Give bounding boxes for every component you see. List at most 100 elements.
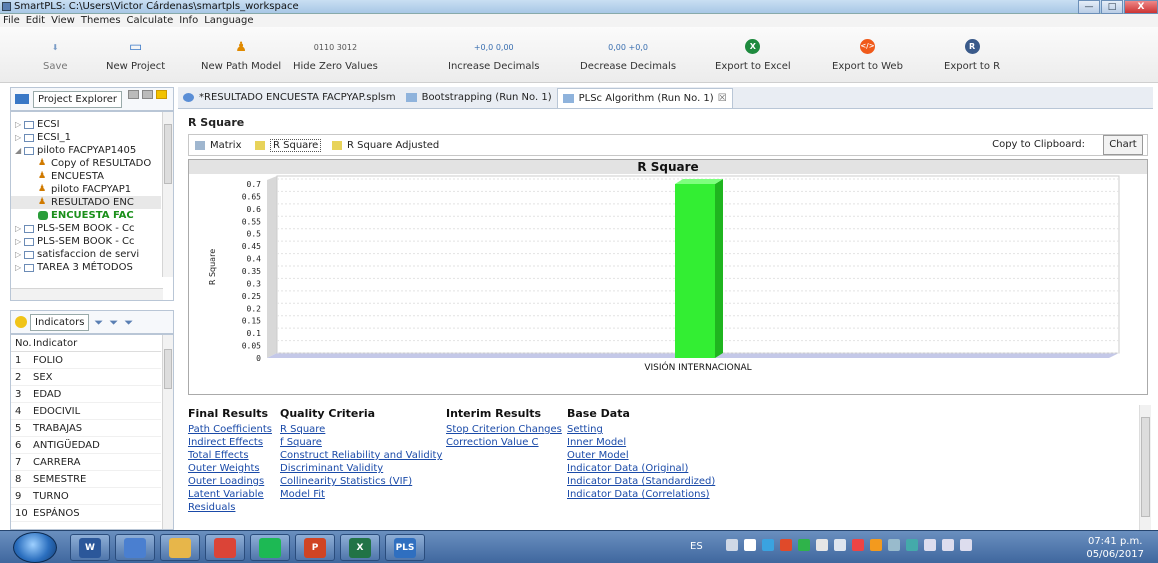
tree-scrollbar[interactable] xyxy=(162,112,173,277)
start-button[interactable] xyxy=(13,532,57,563)
tab-r-square-adjusted[interactable]: R Square Adjusted xyxy=(329,137,442,154)
tree-item[interactable]: ▷ PLS-SEM BOOK - Cc xyxy=(11,222,161,235)
result-link[interactable]: Outer Model xyxy=(567,449,715,462)
result-link[interactable]: Path Coefficients xyxy=(188,423,272,436)
explorer-app[interactable] xyxy=(160,534,200,561)
menu-edit[interactable]: Edit xyxy=(26,15,45,26)
tray-icon[interactable] xyxy=(834,539,846,551)
language-indicator[interactable]: ES xyxy=(690,541,703,552)
network-icon[interactable] xyxy=(960,539,972,551)
indicators-scrollbar[interactable] xyxy=(162,335,173,529)
tab-resultado-model[interactable]: *RESULTADO ENCUESTA FACPYAP.splsm xyxy=(178,88,401,108)
result-link[interactable]: Setting xyxy=(567,423,715,436)
indicator-row[interactable]: 3 EDAD xyxy=(11,386,161,403)
clock[interactable]: 07:41 p.m. 05/06/2017 xyxy=(1086,535,1144,561)
filter-clear-icon[interactable]: ⏷ xyxy=(124,317,134,328)
close-tab-icon[interactable]: ☒ xyxy=(718,93,727,104)
scrollbar-thumb[interactable] xyxy=(1141,417,1150,517)
menu-view[interactable]: View xyxy=(51,15,75,26)
tray-icon[interactable] xyxy=(816,539,828,551)
tree-item[interactable]: ▷ satisfaccion de servi xyxy=(11,248,161,261)
results-scrollbar[interactable] xyxy=(1139,405,1151,530)
tray-input-icon[interactable] xyxy=(726,539,738,551)
expand-toggle-icon[interactable]: ▷ xyxy=(15,250,24,259)
decrease-decimals-button[interactable]: 0,00 +0,0 Decrease Decimals xyxy=(580,27,676,77)
tab-bootstrapping[interactable]: Bootstrapping (Run No. 1) xyxy=(401,88,557,108)
menu-language[interactable]: Language xyxy=(204,15,253,26)
tree-item[interactable]: ♟ Copy of RESULTADO xyxy=(11,157,161,170)
tab-matrix[interactable]: Matrix xyxy=(192,137,244,154)
export-web-button[interactable]: </> Export to Web xyxy=(832,27,903,77)
result-link[interactable]: Residuals xyxy=(188,501,272,514)
menu-file[interactable]: File xyxy=(3,15,20,26)
result-link[interactable]: Indicator Data (Standardized) xyxy=(567,475,715,488)
tray-icon[interactable] xyxy=(906,539,918,551)
new-path-model-button[interactable]: ♟ New Path Model xyxy=(201,27,281,77)
smartpls-app[interactable]: PLS xyxy=(385,534,425,561)
tree-item[interactable]: ENCUESTA FAC xyxy=(11,209,161,222)
tree-item[interactable]: ▷ ECSI xyxy=(11,118,161,131)
result-link[interactable]: R Square xyxy=(280,423,442,436)
scrollbar-thumb[interactable] xyxy=(164,124,172,184)
indicator-row[interactable]: 6 ANTIGÜEDAD xyxy=(11,437,161,454)
minimize-button[interactable]: — xyxy=(1078,0,1100,14)
indicator-row[interactable]: 9 TURNO xyxy=(11,488,161,505)
increase-decimals-button[interactable]: +0,0 0,00 Increase Decimals xyxy=(448,27,539,77)
tree-item[interactable]: ▷ ECSI_1 xyxy=(11,131,161,144)
expand-toggle-icon[interactable]: ▷ xyxy=(15,263,24,272)
tray-icon[interactable] xyxy=(744,539,756,551)
result-link[interactable]: Inner Model xyxy=(567,436,715,449)
result-link[interactable]: Collinearity Statistics (VIF) xyxy=(280,475,442,488)
col-header-no[interactable]: No. xyxy=(11,338,33,349)
tree-item[interactable]: ♟ ENCUESTA xyxy=(11,170,161,183)
minimize-view-icon[interactable] xyxy=(142,90,153,99)
indicator-row[interactable]: 10 ESPÁNOS xyxy=(11,505,161,522)
collapse-all-icon[interactable] xyxy=(128,90,139,99)
app-2[interactable] xyxy=(115,534,155,561)
result-link[interactable]: f Square xyxy=(280,436,442,449)
chart-copy-button[interactable]: Chart xyxy=(1103,135,1143,155)
tray-icon[interactable] xyxy=(870,539,882,551)
spotify-app[interactable] xyxy=(250,534,290,561)
new-project-button[interactable]: ▭ New Project xyxy=(106,27,165,77)
menu-info[interactable]: Info xyxy=(179,15,198,26)
project-explorer-tab[interactable]: Project Explorer xyxy=(33,90,123,108)
tray-icon[interactable] xyxy=(798,539,810,551)
result-link[interactable]: Outer Weights xyxy=(188,462,272,475)
filter-icon[interactable]: ⏷ xyxy=(94,317,104,328)
tray-flag-icon[interactable] xyxy=(924,539,936,551)
result-link[interactable]: Indirect Effects xyxy=(188,436,272,449)
tree-item[interactable]: ◢ piloto FACPYAP1405 xyxy=(11,144,161,157)
expand-toggle-icon[interactable]: ▷ xyxy=(15,224,24,233)
volume-icon[interactable] xyxy=(942,539,954,551)
result-link[interactable]: Discriminant Validity xyxy=(280,462,442,475)
indicator-row[interactable]: 1 FOLIO xyxy=(11,352,161,369)
indicator-row[interactable]: 8 SEMESTRE xyxy=(11,471,161,488)
tab-plsc-algorithm[interactable]: PLSc Algorithm (Run No. 1) ☒ xyxy=(556,87,733,108)
tab-r-square[interactable]: R Square xyxy=(252,137,324,154)
maximize-button[interactable]: □ xyxy=(1101,0,1123,14)
export-excel-button[interactable]: X Export to Excel xyxy=(715,27,791,77)
col-header-indicator[interactable]: Indicator xyxy=(33,338,77,349)
tree-item[interactable]: ♟ RESULTADO ENC xyxy=(11,196,161,209)
expand-toggle-icon[interactable]: ▷ xyxy=(15,237,24,246)
expand-toggle-icon[interactable]: ▷ xyxy=(15,133,24,142)
result-link[interactable]: Total Effects xyxy=(188,449,272,462)
result-link[interactable]: Model Fit xyxy=(280,488,442,501)
result-link[interactable]: Outer Loadings xyxy=(188,475,272,488)
star-icon[interactable] xyxy=(156,90,167,99)
menu-themes[interactable]: Themes xyxy=(81,15,121,26)
tree-item[interactable]: ♟ piloto FACPYAP1 xyxy=(11,183,161,196)
tree-item[interactable]: ▷ PLS-SEM BOOK - Cc xyxy=(11,235,161,248)
result-link[interactable]: Correction Value C xyxy=(446,436,562,449)
export-r-button[interactable]: R Export to R xyxy=(944,27,1000,77)
powerpoint-app[interactable]: P xyxy=(295,534,335,561)
menu-calculate[interactable]: Calculate xyxy=(127,15,174,26)
tray-icon[interactable] xyxy=(852,539,864,551)
tray-icon[interactable] xyxy=(762,539,774,551)
result-link[interactable]: Stop Criterion Changes xyxy=(446,423,562,436)
result-link[interactable]: Construct Reliability and Validity xyxy=(280,449,442,462)
tree-hscrollbar[interactable] xyxy=(11,288,163,300)
indicator-row[interactable]: 4 EDOCIVIL xyxy=(11,403,161,420)
indicator-row[interactable]: 7 CARRERA xyxy=(11,454,161,471)
